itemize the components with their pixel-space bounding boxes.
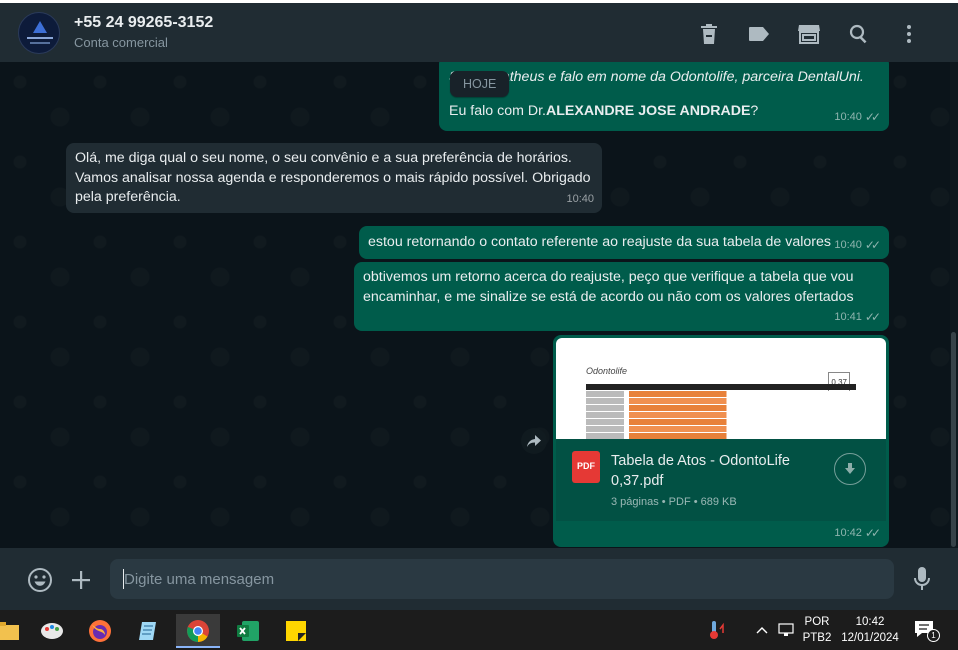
message-meta: 10:41 ✓✓ [834, 308, 881, 328]
windows-taskbar: POR PTB2 10:42 12/01/2024 1 [0, 610, 958, 650]
chrome-icon[interactable] [176, 614, 220, 648]
message-input[interactable] [110, 559, 894, 599]
attach-plus-icon[interactable] [68, 567, 94, 593]
preview-table-header [586, 384, 856, 390]
temperature-icon[interactable] [707, 610, 725, 650]
message-meta: 10:40 ✓✓ [834, 108, 881, 128]
microphone-icon[interactable] [910, 565, 934, 593]
clock-date: 12/01/2024 [841, 632, 899, 644]
language-code: POR [804, 616, 830, 628]
message-outgoing[interactable]: estou retornando o contato referente ao … [359, 226, 889, 259]
message-meta: 10:40 ✓✓ [834, 236, 881, 256]
avatar-logo-line [30, 42, 50, 44]
emoji-icon[interactable] [27, 567, 53, 593]
pdf-file-icon: PDF [572, 451, 600, 483]
firefox-icon[interactable] [78, 614, 122, 648]
avatar-logo-line [27, 37, 53, 39]
message-text: Sou o Matheus e falo em nome da Odontoli… [449, 69, 864, 85]
notepad-icon[interactable] [126, 614, 170, 648]
document-file-name: Tabela de Atos - OdontoLife 0,37.pdf [611, 453, 790, 489]
message-time: 10:40 [566, 192, 594, 205]
message-text: Olá, me diga qual o seu nome, o seu conv… [75, 150, 591, 205]
message-outgoing[interactable]: obtivemos um retorno acerca do reajuste,… [354, 262, 889, 331]
chevron-up-icon[interactable] [756, 610, 768, 650]
preview-table-row [586, 405, 856, 411]
system-clock[interactable]: 10:42 12/01/2024 [838, 614, 902, 646]
document-card[interactable]: PDF Tabela de Atos - OdontoLife 0,37.pdf… [556, 439, 886, 521]
contact-name: +55 24 99265-3152 [74, 14, 214, 31]
date-chip: HOJE [450, 71, 510, 97]
header-actions [684, 22, 934, 46]
document-preview[interactable]: Odontolife 0,37 [556, 338, 886, 439]
input-language[interactable]: POR PTB2 [800, 614, 834, 646]
preview-table-row [586, 391, 856, 397]
preview-table-row [586, 412, 856, 418]
network-icon[interactable] [778, 610, 794, 650]
contact-avatar[interactable] [18, 12, 60, 54]
message-text: estou retornando o contato referente ao … [368, 234, 831, 250]
message-text: obtivemos um retorno acerca do reajuste,… [363, 269, 854, 305]
scrollbar-thumb[interactable] [951, 332, 956, 547]
store-icon[interactable] [784, 22, 834, 46]
text-caret [123, 569, 124, 589]
message-time: 10:40 [834, 238, 862, 251]
forward-icon[interactable] [521, 428, 547, 454]
notification-center-icon[interactable]: 1 [914, 620, 940, 644]
avatar-logo-mark [33, 21, 47, 33]
chat-header[interactable]: +55 24 99265-3152 Conta comercial [0, 0, 958, 62]
message-list[interactable]: Sou o Matheus e falo em nome da Odontoli… [0, 62, 958, 548]
read-ticks-icon: ✓✓ [864, 525, 881, 540]
message-document[interactable]: Odontolife 0,37 PDF Tabela de Atos - Odo… [553, 335, 889, 547]
read-ticks-icon: ✓✓ [864, 237, 881, 252]
read-ticks-icon: ✓✓ [864, 109, 881, 124]
preview-logo: Odontolife [586, 366, 628, 376]
file-explorer-icon[interactable] [0, 614, 30, 648]
message-time: 10:40 [834, 110, 862, 123]
preview-table-row [586, 426, 856, 432]
read-ticks-icon: ✓✓ [864, 309, 881, 324]
message-composer [0, 548, 958, 610]
keyboard-layout: PTB2 [802, 632, 832, 644]
notification-count: 1 [927, 629, 940, 642]
message-time: 10:42 [834, 526, 862, 539]
menu-icon[interactable] [884, 22, 934, 46]
clock-time: 10:42 [855, 616, 885, 628]
message-text: Eu falo com Dr.ALEXANDRE JOSE ANDRADE? [449, 102, 759, 119]
message-bold-text: ALEXANDRE JOSE ANDRADE [545, 102, 751, 119]
message-incoming[interactable]: Olá, me diga qual o seu nome, o seu conv… [66, 143, 602, 213]
sticky-notes-icon[interactable] [274, 614, 318, 648]
excel-icon[interactable] [226, 614, 270, 648]
contact-subtitle: Conta comercial [74, 35, 168, 50]
delete-icon[interactable] [684, 22, 734, 46]
download-icon[interactable] [834, 453, 866, 485]
preview-table-row [586, 398, 856, 404]
preview-table-row [586, 419, 856, 425]
document-file-meta: 3 páginas • PDF • 689 KB [611, 496, 737, 508]
message-time: 10:41 [834, 310, 862, 323]
label-icon[interactable] [734, 22, 784, 46]
search-icon[interactable] [834, 22, 884, 46]
message-meta: 10:42 ✓✓ [834, 524, 881, 544]
paint-icon[interactable] [30, 614, 74, 648]
whatsapp-web-window: +55 24 99265-3152 Conta comercial Sou o … [0, 0, 958, 610]
contact-info[interactable]: +55 24 99265-3152 Conta comercial [74, 13, 213, 50]
